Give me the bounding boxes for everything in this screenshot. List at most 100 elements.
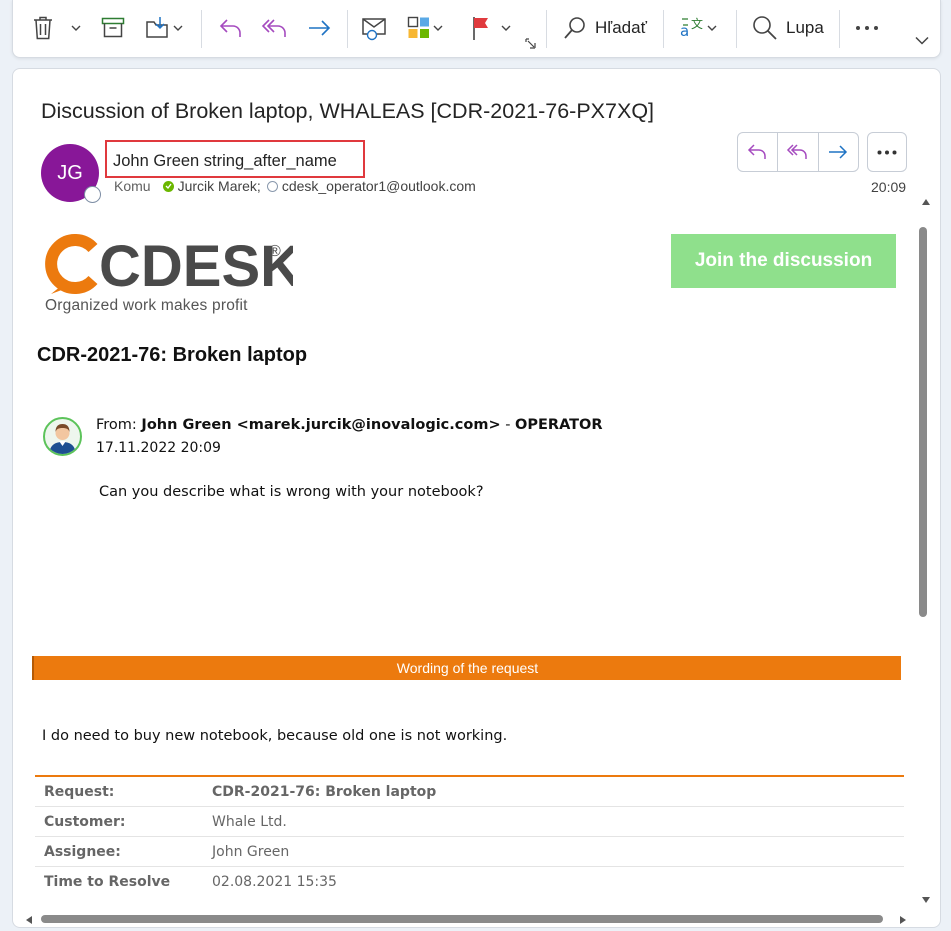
dialog-launcher-icon — [525, 37, 536, 49]
archive-button[interactable] — [101, 10, 125, 46]
reply-icon — [747, 144, 766, 159]
chevron-down-icon — [71, 25, 81, 31]
join-discussion-button[interactable]: Join the discussion — [671, 234, 896, 288]
avatar-initials: JG — [57, 161, 83, 184]
logo-tagline: Organized work makes profit — [45, 297, 248, 314]
scroll-left-icon[interactable] — [25, 915, 33, 925]
chevron-down-icon — [433, 25, 443, 31]
cdesk-logo: CDESK ® — [43, 234, 302, 301]
row-key: Assignee: — [44, 843, 121, 860]
vertical-scroll-thumb[interactable] — [919, 227, 927, 617]
more-horizontal-icon — [856, 26, 878, 30]
search-label: Hľadať — [595, 18, 647, 37]
row-value: CDR-2021-76: Broken laptop — [212, 783, 437, 800]
to-label: Komu — [114, 178, 151, 194]
flag-button[interactable] — [471, 10, 511, 46]
delete-button[interactable] — [31, 10, 55, 46]
svg-text:文: 文 — [691, 16, 703, 31]
recipient-1[interactable]: Jurcik Marek; — [178, 178, 261, 194]
group-launcher[interactable] — [525, 36, 536, 50]
email-body: CDESK ® Organized work makes profit Join… — [13, 224, 918, 914]
section-header: Wording of the request — [32, 656, 901, 680]
reading-pane: Discussion of Broken laptop, WHALEAS [CD… — [12, 68, 941, 928]
from-role: OPERATOR — [515, 417, 603, 433]
reply-button[interactable] — [738, 133, 779, 171]
move-to-folder-icon — [146, 17, 168, 38]
more-horizontal-icon — [877, 150, 897, 154]
row-value: John Green — [212, 843, 290, 860]
scroll-up-icon[interactable] — [921, 198, 931, 206]
from-line: From: John Green <marek.jurcik@inovalogi… — [96, 417, 603, 433]
separator — [663, 10, 664, 48]
trash-icon — [34, 16, 52, 40]
table-row: Assignee: John Green — [35, 837, 904, 867]
message-text: Can you describe what is wrong with your… — [99, 484, 484, 500]
separator — [546, 10, 547, 48]
sender-name[interactable]: John Green string_after_name — [113, 152, 337, 171]
forward-icon — [309, 20, 331, 36]
from-name: John Green <marek.jurcik@inovalogic.com> — [141, 417, 501, 433]
row-value: Whale Ltd. — [212, 813, 287, 830]
table-row: Customer: Whale Ltd. — [35, 807, 904, 837]
scroll-down-icon[interactable] — [921, 896, 931, 904]
ticket-title: CDR-2021-76: Broken laptop — [37, 344, 308, 366]
message-actions — [737, 132, 859, 172]
translate-icon: a文 — [680, 16, 703, 40]
translate-button[interactable]: a文 — [679, 10, 717, 46]
search-icon — [564, 17, 585, 39]
separator — [839, 10, 840, 48]
chevron-down-icon — [501, 25, 511, 31]
recipients-line: Komu Jurcik Marek; cdesk_operator1@outlo… — [114, 178, 476, 194]
flag-icon — [473, 17, 488, 40]
separator — [201, 10, 202, 48]
received-time: 20:09 — [871, 179, 907, 195]
delete-dropdown[interactable] — [71, 10, 81, 46]
zoom-label: Lupa — [786, 18, 824, 37]
forward-button[interactable] — [307, 10, 333, 46]
move-button[interactable] — [145, 10, 183, 46]
more-actions-button[interactable] — [867, 132, 907, 172]
envelope-sync-icon — [362, 18, 386, 41]
reply-all-button[interactable] — [778, 133, 819, 171]
presence-indicator — [84, 186, 101, 203]
message-date: 17.11.2022 20:09 — [96, 440, 221, 456]
more-commands-button[interactable] — [855, 10, 879, 46]
reply-icon — [219, 19, 241, 37]
chevron-down-icon — [915, 36, 929, 45]
row-key: Time to Resolve — [44, 874, 171, 890]
message-subject: Discussion of Broken laptop, WHALEAS [CD… — [41, 99, 655, 123]
operator-avatar — [43, 417, 82, 456]
reply-all-icon — [786, 144, 807, 159]
scroll-right-icon[interactable] — [899, 915, 907, 925]
archive-icon — [101, 17, 125, 38]
unknown-status-icon — [266, 180, 278, 192]
reply-all-icon — [261, 19, 286, 37]
separator — [347, 10, 348, 48]
forward-button[interactable] — [819, 133, 858, 171]
table-row: Time to Resolve 02.08.2021 15:35 — [35, 867, 904, 897]
separator — [736, 10, 737, 48]
logo-wordmark: CDESK — [99, 234, 293, 296]
person-avatar-icon — [49, 424, 76, 454]
from-separator: - — [500, 417, 516, 433]
request-text: I do need to buy new notebook, because o… — [42, 728, 508, 744]
from-label: From: — [96, 417, 142, 433]
zoom-button[interactable]: Lupa — [752, 10, 824, 46]
reply-button[interactable] — [218, 10, 244, 46]
ribbon-toolbar: Hľadať a文 Lupa — [12, 0, 941, 58]
reply-all-button[interactable] — [261, 10, 289, 46]
read-unread-button[interactable] — [361, 10, 389, 46]
row-key: Customer: — [44, 813, 126, 830]
categorize-button[interactable] — [407, 10, 443, 46]
table-row: Request: CDR-2021-76: Broken laptop — [35, 777, 904, 807]
row-value: 02.08.2021 15:35 — [212, 874, 337, 890]
categorize-icon — [407, 16, 429, 38]
recipient-2[interactable]: cdesk_operator1@outlook.com — [282, 178, 476, 194]
search-button[interactable]: Hľadať — [563, 10, 647, 46]
chevron-down-icon — [707, 25, 717, 31]
row-key: Request: — [44, 783, 115, 800]
registered-mark: ® — [269, 243, 281, 260]
expand-ribbon-button[interactable] — [915, 30, 929, 50]
horizontal-scroll-thumb[interactable] — [41, 915, 883, 923]
chevron-down-icon — [173, 25, 183, 31]
